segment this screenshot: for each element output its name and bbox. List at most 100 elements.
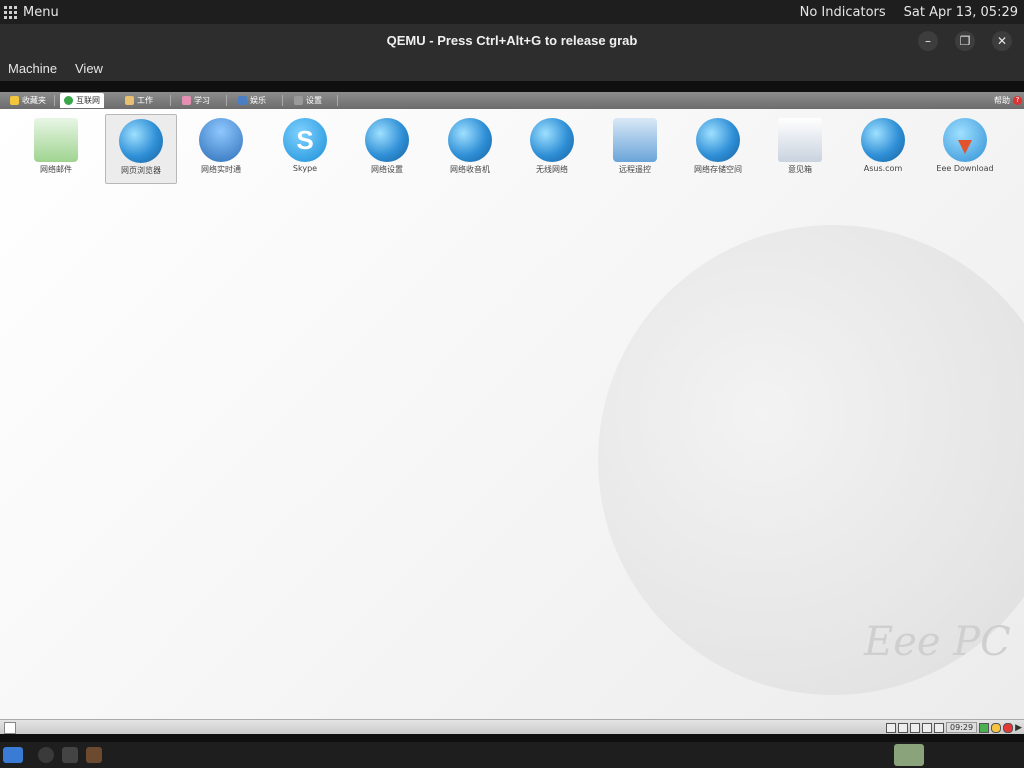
app-remote-control[interactable]: 远程遥控 (600, 114, 670, 182)
mail-icon (34, 118, 78, 162)
launcher-area: Eee PC 网络邮件 网页浏览器 网络实时通 S Skype 网络设置 网络收音… (0, 109, 1024, 719)
restore-button[interactable]: ❐ (955, 31, 975, 51)
app-label: 网络实时通 (201, 165, 241, 174)
app-grid-icon (4, 5, 17, 19)
guest-taskbar: 09:29 ▶ (0, 719, 1024, 734)
qemu-app-icon[interactable] (86, 747, 102, 763)
host-top-panel: Menu No Indicators Sat Apr 13, 05:29 (0, 0, 1024, 24)
star-icon (10, 96, 19, 105)
minimize-button[interactable]: – (918, 31, 938, 51)
wrench-icon (294, 96, 303, 105)
host-menu-button[interactable]: Menu (4, 0, 59, 24)
app-label: 无线网络 (536, 165, 568, 174)
tab-entertainment[interactable]: 娱乐 (234, 93, 270, 108)
show-desktop-icon[interactable] (3, 747, 23, 763)
qemu-titlebar: QEMU - Press Ctrl+Alt+G to release grab … (0, 24, 1024, 57)
tab-label: 收藏夹 (22, 96, 46, 105)
tab-settings[interactable]: 设置 (290, 93, 326, 108)
app-web-mail[interactable]: 网络邮件 (21, 114, 91, 182)
app-asus-com[interactable]: Asus.com (848, 114, 918, 182)
tab-work[interactable]: 工作 (121, 93, 157, 108)
settings-gear-icon[interactable] (38, 747, 54, 763)
window-title: QEMU - Press Ctrl+Alt+G to release grab (386, 33, 638, 48)
media-icon (238, 96, 247, 105)
messenger-icon (199, 118, 243, 162)
tray-status-icon[interactable] (979, 722, 990, 733)
home-icon[interactable] (4, 722, 16, 734)
app-label: 网络收音机 (450, 165, 490, 174)
system-tray: 09:29 ▶ (886, 721, 1022, 734)
tab-divider (170, 95, 171, 106)
feedback-icon (778, 118, 822, 162)
tab-internet[interactable]: 互联网 (60, 93, 104, 108)
help-button[interactable]: 帮助? (994, 93, 1022, 108)
tray-network-icon[interactable] (898, 722, 909, 733)
app-label: 网络设置 (371, 165, 403, 174)
app-web-radio[interactable]: 网络收音机 (435, 114, 505, 182)
terminal-icon[interactable] (62, 747, 78, 763)
app-label: 网络存储空间 (694, 165, 742, 174)
menu-machine[interactable]: Machine (8, 61, 57, 76)
app-label: 网络邮件 (40, 165, 72, 174)
tab-label: 互联网 (76, 96, 100, 105)
internet-icon (64, 96, 73, 105)
globe-browser-icon (119, 119, 163, 163)
tray-volume-icon[interactable] (934, 722, 945, 733)
tab-label: 学习 (194, 96, 210, 105)
radio-icon (448, 118, 492, 162)
download-icon (943, 118, 987, 162)
tab-study[interactable]: 学习 (178, 93, 214, 108)
help-icon: ? (1013, 96, 1022, 105)
tab-divider (337, 95, 338, 106)
guest-screen: 收藏夹 互联网 工作 学习 娱乐 设置 帮助? Eee PC 网络邮件 网页浏览… (0, 92, 1024, 734)
tray-battery-icon[interactable] (922, 722, 933, 733)
tray-arrow-icon[interactable]: ▶ (1015, 723, 1022, 733)
app-label: 远程遥控 (619, 165, 651, 174)
tab-divider (226, 95, 227, 106)
tab-label: 娱乐 (250, 96, 266, 105)
tab-divider (282, 95, 283, 106)
qemu-menubar: Machine View (0, 57, 1024, 81)
vm-border-bottom (0, 734, 1024, 742)
eee-pc-logo: Eee PC (864, 619, 1011, 665)
tray-smiley-icon[interactable] (991, 722, 1002, 733)
tray-power-icon[interactable] (1003, 722, 1014, 733)
tab-favorites[interactable]: 收藏夹 (6, 93, 50, 108)
app-label: Skype (292, 164, 318, 173)
tab-label: 工作 (137, 96, 153, 105)
app-label: 网页浏览器 (121, 166, 161, 175)
tab-divider (54, 95, 55, 106)
guest-tab-bar: 收藏夹 互联网 工作 学习 娱乐 设置 帮助? (0, 92, 1024, 109)
remote-control-icon (613, 118, 657, 162)
tray-lock-icon[interactable] (886, 722, 897, 733)
tray-display-icon[interactable] (910, 722, 921, 733)
vm-border-top (0, 81, 1024, 92)
app-wireless[interactable]: 无线网络 (517, 114, 587, 182)
qemu-window-button[interactable] (894, 744, 924, 766)
book-icon (182, 96, 191, 105)
app-label: Eee Download (936, 164, 994, 173)
host-menu-label: Menu (23, 4, 59, 20)
storage-icon (696, 118, 740, 162)
skype-icon: S (283, 118, 327, 162)
menu-view[interactable]: View (75, 61, 103, 76)
app-label: Asus.com (863, 164, 903, 173)
app-label: 意见箱 (788, 165, 812, 174)
close-button[interactable]: ✕ (992, 31, 1012, 51)
help-label: 帮助 (994, 96, 1010, 105)
tab-label: 设置 (306, 96, 322, 105)
app-eee-download[interactable]: Eee Download (930, 114, 1000, 182)
asus-globe-icon (861, 118, 905, 162)
app-feedback[interactable]: 意见箱 (765, 114, 835, 182)
app-online-storage[interactable]: 网络存储空间 (683, 114, 753, 182)
app-messenger[interactable]: 网络实时通 (186, 114, 256, 182)
tray-clock[interactable]: 09:29 (946, 722, 978, 733)
app-network-settings[interactable]: 网络设置 (352, 114, 422, 182)
app-web-browser[interactable]: 网页浏览器 (105, 114, 177, 184)
wireless-icon (530, 118, 574, 162)
indicators-label[interactable]: No Indicators (800, 5, 886, 20)
folder-icon (125, 96, 134, 105)
datetime-label[interactable]: Sat Apr 13, 05:29 (904, 5, 1018, 20)
app-skype[interactable]: S Skype (270, 114, 340, 182)
host-taskbar (0, 742, 1024, 768)
